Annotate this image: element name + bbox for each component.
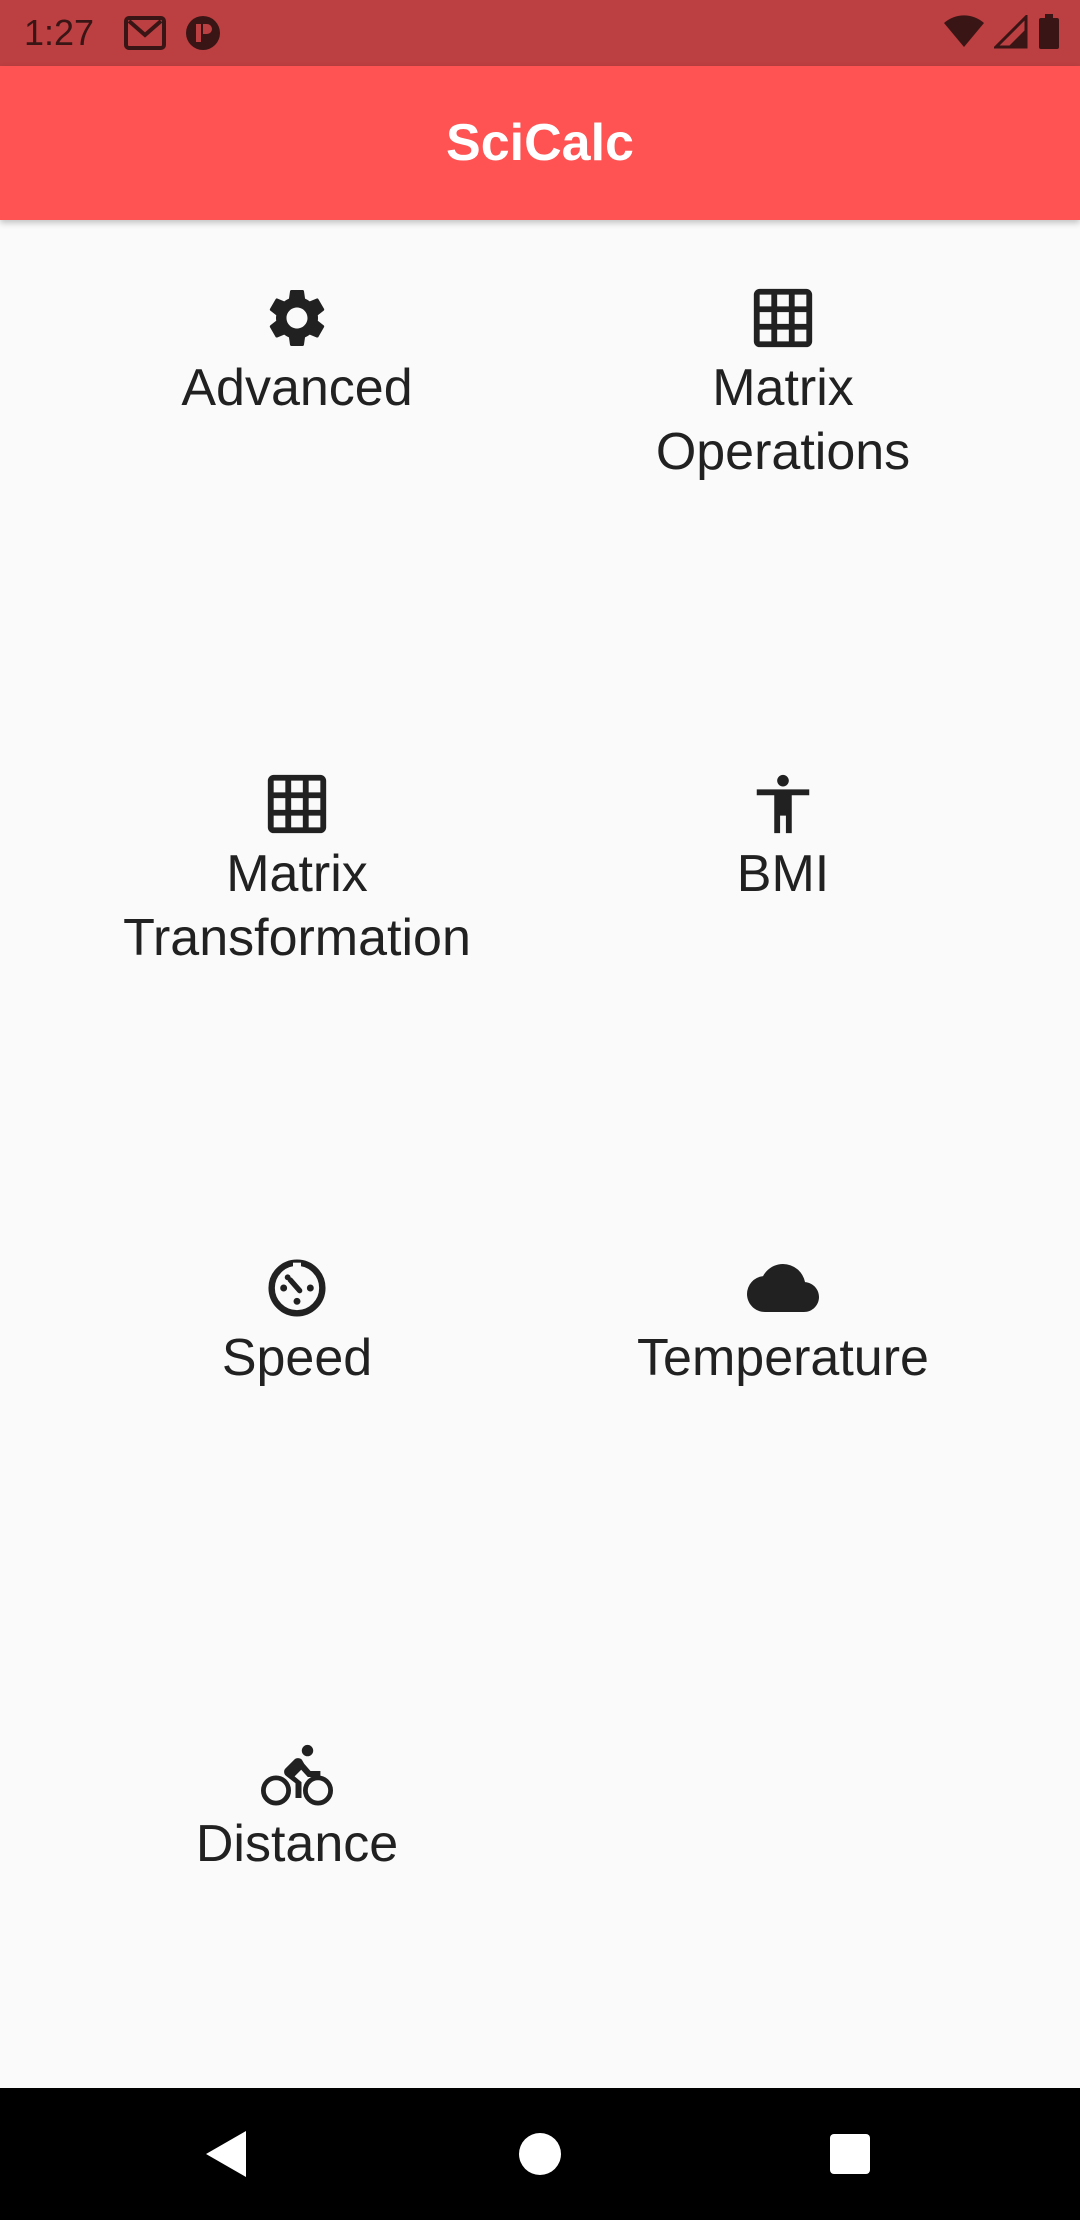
back-icon[interactable] xyxy=(196,2124,256,2184)
cell-signal-icon xyxy=(994,15,1028,49)
wifi-icon xyxy=(944,15,984,49)
status-right-icons xyxy=(944,14,1060,50)
speedometer-icon xyxy=(261,1252,333,1324)
grid-icon xyxy=(747,282,819,354)
system-nav-bar xyxy=(0,2088,1080,2220)
battery-icon xyxy=(1038,14,1060,50)
cloud-icon xyxy=(747,1252,819,1324)
home-icon[interactable] xyxy=(510,2124,570,2184)
tile-label: Distance xyxy=(195,1815,399,1873)
status-left-icons xyxy=(124,14,222,52)
bicycle-icon xyxy=(261,1738,333,1810)
tile-matrix-transformation[interactable]: Matrix Transformation xyxy=(54,706,540,1176)
app-notification-icon xyxy=(184,14,222,52)
status-bar: 1:27 xyxy=(0,0,1080,66)
grid-icon xyxy=(261,768,333,840)
tile-temperature[interactable]: Temperature xyxy=(540,1190,1026,1660)
app-bar: SciCalc xyxy=(0,66,1080,220)
tile-label: Matrix Operations xyxy=(655,359,911,481)
app-title: SciCalc xyxy=(446,114,634,172)
tile-label: Temperature xyxy=(637,1329,929,1387)
recents-icon[interactable] xyxy=(820,2124,880,2184)
gmail-icon xyxy=(124,15,166,51)
person-icon xyxy=(747,768,819,840)
status-time: 1:27 xyxy=(24,12,95,53)
tile-label: Matrix Transformation xyxy=(123,845,471,967)
tile-bmi[interactable]: BMI xyxy=(540,706,1026,1176)
tile-distance[interactable]: Distance xyxy=(54,1676,540,2146)
calculator-grid: Advanced Matrix Operations Matrix Transf… xyxy=(0,220,1080,2088)
tile-matrix-operations[interactable]: Matrix Operations xyxy=(540,220,1026,690)
tile-label: Advanced xyxy=(181,359,413,417)
tile-speed[interactable]: Speed xyxy=(54,1190,540,1660)
gear-icon xyxy=(261,282,333,354)
tile-advanced[interactable]: Advanced xyxy=(54,220,540,690)
tile-label: BMI xyxy=(736,845,830,903)
tile-label: Speed xyxy=(221,1329,373,1387)
